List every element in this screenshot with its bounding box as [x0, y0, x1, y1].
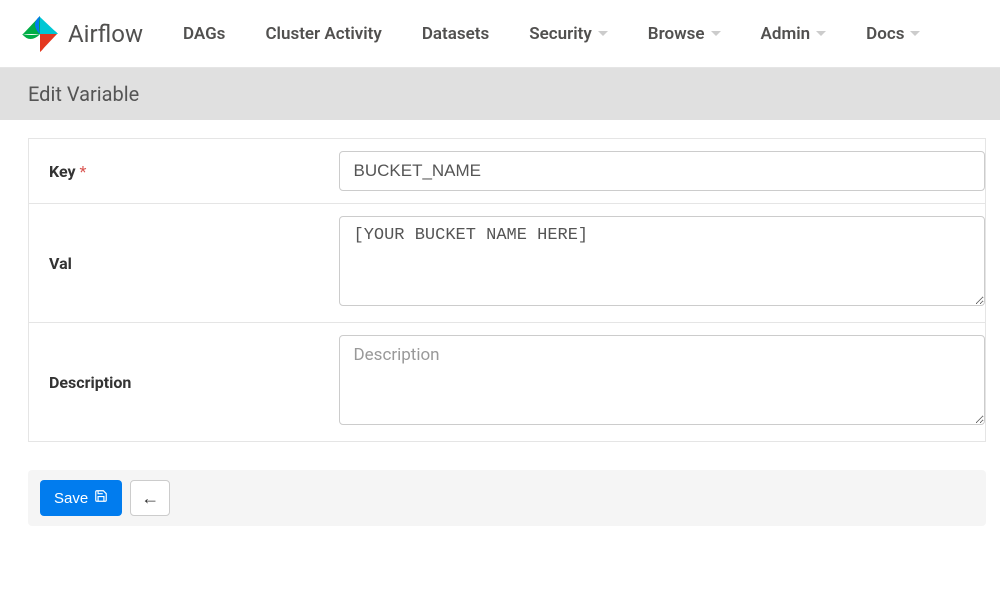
- nav-label: Security: [529, 24, 592, 44]
- nav-datasets[interactable]: Datasets: [422, 24, 489, 44]
- key-input[interactable]: [339, 151, 986, 191]
- nav-docs[interactable]: Docs: [866, 24, 920, 44]
- nav-items: DAGs Cluster Activity Datasets Security …: [183, 24, 920, 44]
- airflow-logo-icon: [20, 14, 60, 54]
- brand-name: Airflow: [68, 20, 143, 48]
- description-label: Description: [49, 373, 131, 392]
- nav-admin[interactable]: Admin: [761, 24, 827, 44]
- nav-label: DAGs: [183, 24, 225, 44]
- val-input[interactable]: [YOUR BUCKET NAME HERE]: [339, 216, 986, 306]
- actions-bar: Save ←: [28, 470, 986, 526]
- chevron-down-icon: [711, 31, 721, 36]
- nav-dags[interactable]: DAGs: [183, 24, 225, 44]
- nav-label: Docs: [866, 24, 904, 44]
- save-icon: [94, 489, 108, 507]
- nav-label: Datasets: [422, 24, 489, 44]
- arrow-left-icon: ←: [141, 489, 159, 507]
- form-row-key: Key *: [29, 139, 986, 204]
- description-input[interactable]: [339, 335, 986, 425]
- chevron-down-icon: [816, 31, 826, 36]
- save-button[interactable]: Save: [40, 480, 122, 516]
- chevron-down-icon: [598, 31, 608, 36]
- key-label: Key: [49, 162, 76, 181]
- nav-security[interactable]: Security: [529, 24, 608, 44]
- nav-label: Admin: [761, 24, 811, 44]
- nav-cluster-activity[interactable]: Cluster Activity: [265, 24, 381, 44]
- back-button[interactable]: ←: [130, 480, 170, 516]
- nav-browse[interactable]: Browse: [648, 24, 721, 44]
- page-title: Edit Variable: [0, 68, 1000, 120]
- save-label: Save: [54, 490, 88, 507]
- navbar: Airflow DAGs Cluster Activity Datasets S…: [0, 0, 1000, 68]
- nav-label: Browse: [648, 24, 705, 44]
- brand[interactable]: Airflow: [20, 14, 143, 54]
- edit-variable-form: Key * Val [YOUR BUCKET NAME HERE] Descri…: [28, 138, 986, 442]
- form-row-val: Val [YOUR BUCKET NAME HERE]: [29, 204, 986, 323]
- required-indicator: *: [80, 162, 87, 181]
- form-row-description: Description: [29, 323, 986, 442]
- nav-label: Cluster Activity: [265, 24, 381, 44]
- chevron-down-icon: [910, 31, 920, 36]
- val-label: Val: [49, 254, 72, 273]
